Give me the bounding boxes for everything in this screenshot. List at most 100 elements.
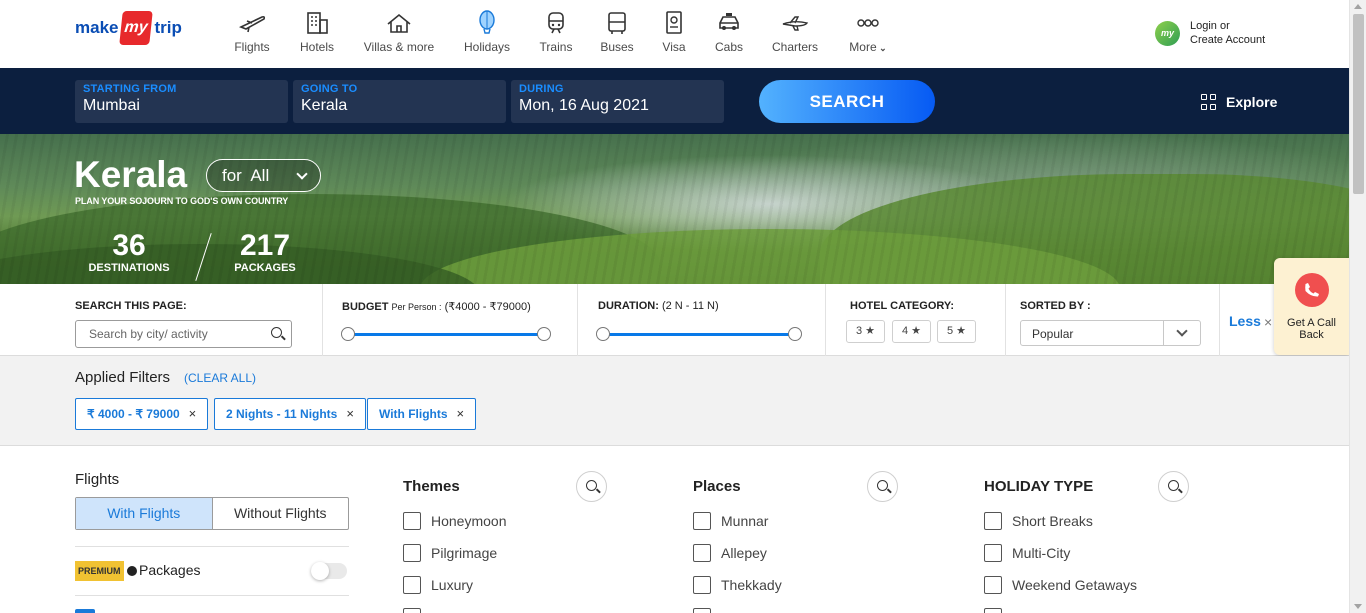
starting-from-field[interactable]: STARTING FROM Mumbai <box>75 80 288 123</box>
nav-hotels[interactable]: Hotels <box>282 10 352 54</box>
destination-title: Kerala <box>74 154 188 195</box>
page-scrollbar[interactable] <box>1349 0 1366 613</box>
checkbox[interactable] <box>403 544 421 562</box>
field-value: Mon, 16 Aug 2021 <box>519 97 649 114</box>
packages-stat: 217 PACKAGES <box>232 230 298 275</box>
place-option[interactable]: Allepey <box>693 543 767 563</box>
destination-hero: Kerala for All PLAN YOUR SOJOURN TO GOD'… <box>0 134 1349 284</box>
close-icon[interactable]: × <box>346 406 354 421</box>
destination-tagline: PLAN YOUR SOJOURN TO GOD'S OWN COUNTRY <box>75 196 289 206</box>
chevron-down-icon <box>296 168 308 180</box>
nav-flights[interactable]: Flights <box>217 10 287 54</box>
create-account-line: Create Account <box>1190 34 1266 46</box>
hotel-4-star-button[interactable]: 4 ★ <box>892 320 931 343</box>
holiday-type-option[interactable] <box>984 607 1012 613</box>
audience-dropdown[interactable]: for All <box>206 159 321 192</box>
nav-villas[interactable]: Villas & more <box>359 10 439 54</box>
places-search-button[interactable] <box>867 471 898 502</box>
charter-icon <box>782 16 809 31</box>
going-to-field[interactable]: GOING TO Kerala <box>293 80 506 123</box>
close-icon[interactable]: × <box>189 406 197 421</box>
search-placeholder: Search by city/ activity <box>89 327 208 341</box>
theme-option[interactable]: Luxury <box>403 575 473 595</box>
place-option[interactable]: Thekkady <box>693 575 782 595</box>
close-icon[interactable]: × <box>1264 314 1272 330</box>
close-icon[interactable]: × <box>457 406 465 421</box>
bus-icon <box>608 12 626 34</box>
field-value: Mumbai <box>83 97 140 114</box>
premium-packages-toggle[interactable] <box>311 562 347 580</box>
divider <box>75 546 349 547</box>
field-label: STARTING FROM <box>83 83 177 95</box>
logo-my: my <box>119 11 154 45</box>
nav-label: Buses <box>600 40 634 54</box>
budget-max-handle[interactable] <box>537 327 551 341</box>
hotel-5-star-button[interactable]: 5 ★ <box>937 320 976 343</box>
nav-holidays[interactable]: Holidays <box>452 10 522 54</box>
duration-title: DURATION: <box>598 300 659 312</box>
holiday-type-option[interactable]: Short Breaks <box>984 511 1093 531</box>
checkbox[interactable] <box>693 512 711 530</box>
holiday-type-search-button[interactable] <box>1158 471 1189 502</box>
checkbox[interactable] <box>984 576 1002 594</box>
nav-trains[interactable]: Trains <box>521 10 591 54</box>
duration-min-handle[interactable] <box>596 327 610 341</box>
filter-chip-flights[interactable]: With Flights × <box>367 398 477 430</box>
scrollbar-thumb[interactable] <box>1353 14 1364 194</box>
filter-chip-duration[interactable]: 2 Nights - 11 Nights × <box>214 398 366 430</box>
nav-label: Cabs <box>714 40 743 54</box>
duration-max-handle[interactable] <box>788 327 802 341</box>
destinations-count: 36 <box>112 229 146 262</box>
makemytrip-logo[interactable]: make my trip <box>75 10 182 46</box>
without-flights-option[interactable]: Without Flights <box>213 498 349 529</box>
theme-option[interactable]: Honeymoon <box>403 511 507 531</box>
duration-slider[interactable] <box>596 327 802 341</box>
option-label: Luxury <box>431 577 474 593</box>
nav-more[interactable]: More ⌄ <box>833 10 903 54</box>
filter-chip-budget[interactable]: ₹ 4000 - ₹ 79000 × <box>75 398 209 430</box>
theme-option[interactable] <box>403 607 431 613</box>
clear-all-link[interactable]: (CLEAR ALL) <box>184 371 256 385</box>
holiday-type-option[interactable]: Multi-City <box>984 543 1070 563</box>
divider <box>825 284 826 356</box>
sort-select[interactable]: Popular <box>1020 320 1201 346</box>
hotel-3-star-button[interactable]: 3 ★ <box>846 320 885 343</box>
checkbox[interactable] <box>403 576 421 594</box>
search-button[interactable]: SEARCH <box>759 80 935 123</box>
sort-value: Popular <box>1032 327 1074 341</box>
checkbox[interactable] <box>693 608 711 613</box>
during-date-field[interactable]: DURING Mon, 16 Aug 2021 <box>511 80 724 123</box>
budget-range: (₹4000 - ₹79000) <box>444 301 531 313</box>
budget-min-handle[interactable] <box>341 327 355 341</box>
logo-make: make <box>75 18 119 37</box>
theme-option[interactable]: Pilgrimage <box>403 543 497 563</box>
chip-label: With Flights <box>379 407 448 421</box>
checkbox[interactable] <box>984 512 1002 530</box>
checkbox[interactable] <box>693 576 711 594</box>
holiday-type-option[interactable]: Weekend Getaways <box>984 575 1137 595</box>
nav-label: Villas & more <box>363 40 435 54</box>
login-create-account[interactable]: my Login or Create Account <box>1155 19 1265 47</box>
less-filters-link[interactable]: Less <box>1229 313 1261 329</box>
applied-filters-title: Applied Filters <box>75 369 171 386</box>
explore-button[interactable]: Explore <box>1201 94 1277 110</box>
checkbox[interactable] <box>984 608 1002 613</box>
with-flights-option[interactable]: With Flights <box>76 498 213 529</box>
checkbox[interactable] <box>403 608 421 613</box>
city-activity-search-input[interactable]: Search by city/ activity <box>75 320 292 348</box>
nav-cabs[interactable]: Cabs <box>694 10 764 54</box>
search-icon <box>586 480 597 491</box>
scroll-up-arrow-icon[interactable] <box>1354 4 1362 9</box>
budget-slider[interactable] <box>341 327 551 341</box>
hotel-icon <box>307 12 328 34</box>
checkbox[interactable] <box>693 544 711 562</box>
checkbox[interactable] <box>984 544 1002 562</box>
checkbox[interactable] <box>403 512 421 530</box>
checkbox[interactable] <box>75 609 95 613</box>
themes-search-button[interactable] <box>576 471 607 502</box>
scroll-down-arrow-icon[interactable] <box>1354 604 1362 609</box>
nav-charters[interactable]: Charters <box>760 10 830 54</box>
place-option[interactable]: Munnar <box>693 511 768 531</box>
place-option[interactable] <box>693 607 721 613</box>
get-call-back-button[interactable]: Get A Call Back <box>1274 258 1349 355</box>
